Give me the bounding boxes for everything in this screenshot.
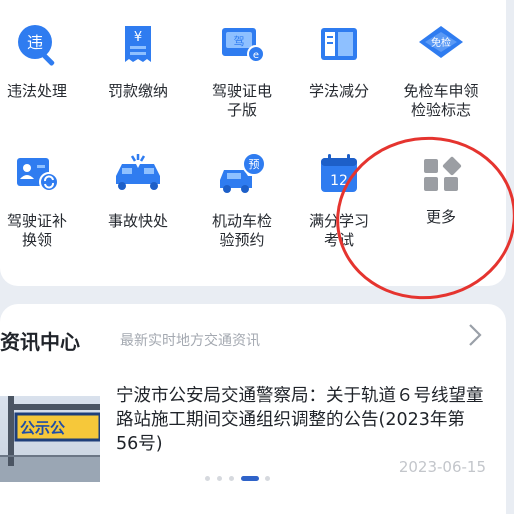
service-label: 事故快处 (107, 212, 168, 230)
more-grid-icon (424, 156, 462, 191)
service-label: 罚款缴纳 (107, 82, 168, 100)
carousel-dot (205, 476, 210, 481)
violation-icon-text: 违 (27, 33, 43, 52)
service-label: 免检车申领 检验标志 (403, 82, 479, 119)
violation-icon: 违 (18, 25, 55, 66)
service-label: 满分学习 考试 (308, 212, 369, 249)
fine-receipt-icon: ¥ (125, 26, 151, 62)
service-label: 更多 (425, 208, 456, 226)
license-icon-text: 驾 (234, 35, 245, 48)
calendar-12-icon: 12 (321, 154, 357, 192)
svg-text:e: e (253, 50, 259, 61)
carousel-dot (217, 476, 222, 481)
thumb-sign-text: 公示公 (20, 419, 65, 437)
service-label: 学法减分 (308, 82, 369, 100)
booking-icon-text: 预 (249, 158, 260, 171)
exempt-inspection-badge-icon: 免检 (419, 26, 463, 58)
study-book-icon (321, 28, 357, 60)
news-thumbnail[interactable]: 公示公 (0, 396, 100, 482)
electronic-license-icon: 驾 e (222, 28, 265, 63)
service-label: 机动车检 验预约 (211, 212, 272, 249)
chevron-right-icon[interactable] (466, 322, 484, 348)
fine-icon-text: ¥ (134, 30, 142, 45)
news-card[interactable]: 资讯中心 最新实时地方交通资讯 公示公 宁波市公安局交通警察局：关于轨道６号线望… (0, 304, 506, 514)
news-headline[interactable]: 宁波市公安局交通警察局：关于轨道６号线望童路站施工期间交通组织调整的公告(202… (116, 384, 486, 456)
inspection-booking-icon: 预 (220, 152, 266, 193)
accident-cars-icon (116, 154, 160, 190)
service-label: 违法处理 (6, 82, 67, 100)
service-label: 驾驶证电 子版 (211, 82, 272, 119)
carousel-dot (229, 476, 234, 481)
license-renew-icon (17, 158, 59, 192)
carousel-dot-active (241, 476, 259, 481)
news-section-title: 资讯中心 (0, 330, 80, 354)
services-card: 违 违法处理 ¥ 罚款缴纳 驾 e 驾驶证电 子版 学法减分 免检 免检车申领 … (0, 0, 506, 286)
carousel-dot (265, 476, 270, 481)
service-label: 驾驶证补 换领 (6, 212, 67, 249)
news-section-subtitle: 最新实时地方交通资讯 (120, 333, 260, 349)
notice-board-image: 公示公 (0, 396, 100, 482)
calendar-icon-text: 12 (330, 173, 348, 189)
news-date: 2023-06-15 (398, 458, 486, 476)
exempt-icon-text: 免检 (431, 36, 451, 49)
